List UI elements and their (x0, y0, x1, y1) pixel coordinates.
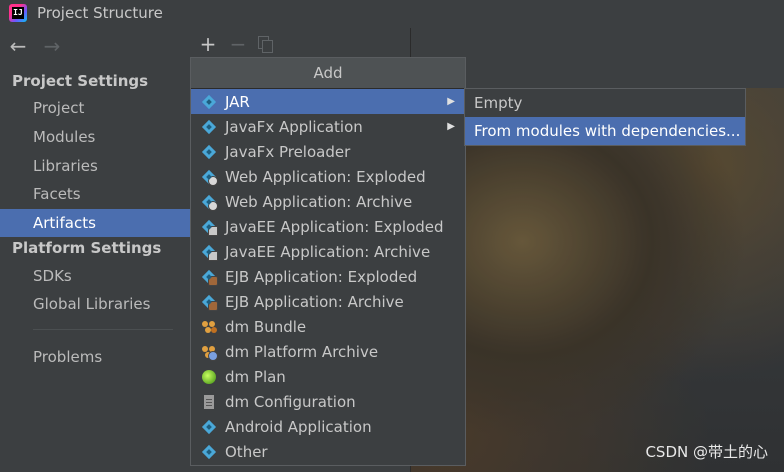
remove-icon[interactable]: − (228, 32, 248, 56)
menu-item-dm-bundle[interactable]: dm Bundle (191, 314, 465, 339)
web-application-icon (201, 169, 218, 186)
android-application-icon (201, 419, 217, 435)
sidebar-divider (33, 329, 173, 330)
artifacts-toolbar: + − (198, 32, 273, 56)
dm-platform-archive-icon (201, 344, 218, 361)
sidebar-item-libraries[interactable]: Libraries (0, 152, 190, 180)
menu-item-label: JavaFx Application (225, 117, 363, 136)
menu-item-dm-configuration[interactable]: dm Configuration (191, 389, 465, 414)
menu-item-label: JavaEE Application: Exploded (225, 217, 444, 236)
submenu-item-empty[interactable]: Empty (465, 89, 745, 117)
menu-item-web-application-archive[interactable]: Web Application: Archive (191, 189, 465, 214)
menu-item-label: Other (225, 442, 268, 461)
title-bar: IJ Project Structure (0, 0, 784, 26)
submenu-arrow-icon: ▶ (447, 121, 455, 132)
menu-item-label: dm Plan (225, 367, 286, 386)
menu-item-label: JavaFx Preloader (225, 142, 351, 161)
menu-item-ejb-application-archive[interactable]: EJB Application: Archive (191, 289, 465, 314)
menu-item-javaee-application-archive[interactable]: JavaEE Application: Archive (191, 239, 465, 264)
ejb-application-icon (201, 294, 218, 311)
menu-item-ejb-application-exploded[interactable]: EJB Application: Exploded (191, 264, 465, 289)
jar-icon (201, 94, 217, 110)
dm-bundle-icon (201, 319, 217, 335)
jar-submenu: Empty From modules with dependencies... (464, 88, 746, 146)
menu-item-android-application[interactable]: Android Application (191, 414, 465, 439)
menu-item-label: Android Application (225, 417, 372, 436)
dm-configuration-icon (201, 394, 217, 410)
history-nav: ← → (7, 34, 63, 58)
menu-item-javafx-application[interactable]: JavaFx Application ▶ (191, 114, 465, 139)
menu-item-other[interactable]: Other (191, 439, 465, 464)
sidebar-item-global-libraries[interactable]: Global Libraries (0, 290, 190, 318)
menu-item-label: Web Application: Archive (225, 192, 413, 211)
menu-item-javafx-preloader[interactable]: JavaFx Preloader (191, 139, 465, 164)
menu-item-label: EJB Application: Archive (225, 292, 404, 311)
menu-item-javaee-application-exploded[interactable]: JavaEE Application: Exploded (191, 214, 465, 239)
menu-item-label: EJB Application: Exploded (225, 267, 418, 286)
menu-item-jar[interactable]: JAR ▶ (191, 89, 465, 114)
platform-settings-header: Platform Settings (12, 239, 162, 257)
menu-item-label: JAR (225, 92, 250, 111)
ejb-application-icon (201, 269, 218, 286)
other-artifact-icon (201, 444, 217, 460)
submenu-arrow-icon: ▶ (447, 96, 455, 107)
javaee-application-icon (201, 244, 218, 261)
dm-plan-icon (201, 369, 217, 385)
javafx-preloader-icon (201, 144, 217, 160)
add-artifact-popup: Add JAR ▶ JavaFx Application ▶ JavaFx Pr… (190, 57, 466, 466)
menu-item-dm-plan[interactable]: dm Plan (191, 364, 465, 389)
javafx-application-icon (201, 119, 217, 135)
menu-item-web-application-exploded[interactable]: Web Application: Exploded (191, 164, 465, 189)
submenu-item-from-modules[interactable]: From modules with dependencies... (465, 117, 745, 145)
project-settings-header: Project Settings (12, 72, 149, 90)
window-title: Project Structure (37, 4, 163, 22)
javaee-application-icon (201, 219, 218, 236)
sidebar-item-artifacts[interactable]: Artifacts (0, 209, 190, 237)
sidebar-item-facets[interactable]: Facets (0, 180, 190, 208)
sidebar-item-problems[interactable]: Problems (0, 343, 190, 371)
sidebar-item-modules[interactable]: Modules (0, 123, 190, 151)
menu-item-label: dm Configuration (225, 392, 356, 411)
popup-header: Add (191, 58, 465, 89)
sidebar-item-sdks[interactable]: SDKs (0, 262, 190, 290)
back-arrow-icon[interactable]: ← (7, 34, 29, 58)
menu-item-label: dm Bundle (225, 317, 307, 336)
menu-item-dm-platform-archive[interactable]: dm Platform Archive (191, 339, 465, 364)
web-application-icon (201, 194, 218, 211)
menu-item-label: Web Application: Exploded (225, 167, 426, 186)
sidebar-item-project[interactable]: Project (0, 94, 190, 122)
watermark: CSDN @带土的心 (645, 443, 768, 461)
copy-icon[interactable] (258, 36, 273, 53)
intellij-app-icon: IJ (9, 4, 27, 22)
menu-item-label: JavaEE Application: Archive (225, 242, 431, 261)
add-icon[interactable]: + (198, 32, 218, 56)
menu-item-label: dm Platform Archive (225, 342, 379, 361)
forward-arrow-icon[interactable]: → (41, 34, 63, 58)
